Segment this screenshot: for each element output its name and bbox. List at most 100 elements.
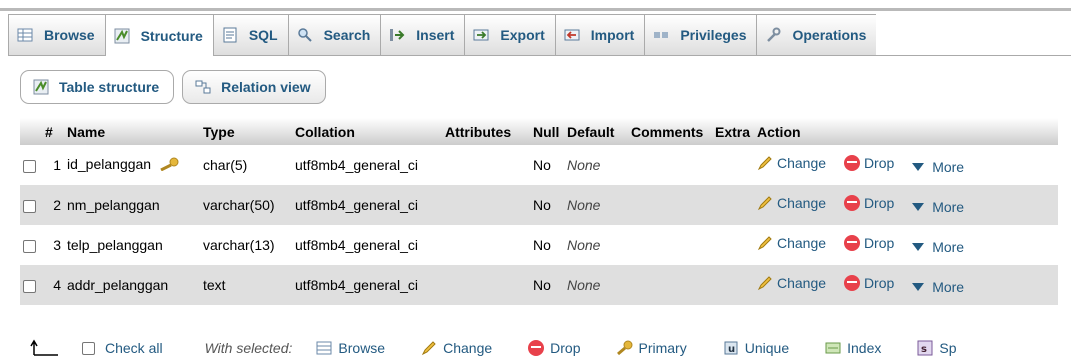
header-extra[interactable]: Extra	[712, 118, 754, 145]
header-collation[interactable]: Collation	[292, 118, 442, 145]
more-button[interactable]: More	[912, 159, 964, 175]
table-row: 2 nm_pelanggan varchar(50) utf8mb4_gener…	[20, 185, 1058, 225]
search-icon	[297, 27, 313, 43]
bulk-change-button[interactable]: Change	[421, 340, 492, 356]
change-button[interactable]: Change	[757, 235, 826, 251]
header-action: Action	[754, 118, 1058, 145]
bulk-drop-label: Drop	[550, 340, 581, 356]
drop-label: Drop	[863, 275, 895, 291]
more-button[interactable]: More	[912, 199, 964, 215]
row-collation: utf8mb4_general_ci	[292, 225, 442, 265]
more-label: More	[932, 159, 965, 175]
operations-icon	[765, 27, 781, 43]
tab-export[interactable]: Export	[465, 14, 556, 55]
header-checkbox	[20, 118, 42, 145]
row-attributes	[442, 265, 530, 305]
tab-label: Search	[323, 27, 371, 43]
primary-key-icon	[159, 157, 179, 174]
change-button[interactable]: Change	[757, 195, 826, 211]
arrow-up-icon	[30, 339, 60, 357]
change-button[interactable]: Change	[757, 275, 826, 291]
row-num: 2	[42, 185, 64, 225]
browse-icon	[17, 27, 33, 43]
row-checkbox[interactable]	[23, 159, 36, 173]
check-all-label[interactable]: Check all	[105, 340, 163, 356]
row-num: 1	[42, 145, 64, 185]
change-label: Change	[777, 275, 827, 291]
import-icon	[564, 27, 580, 43]
check-all-checkbox[interactable]	[82, 341, 95, 355]
bulk-actions-bar: Check all With selected: Browse Change D…	[30, 337, 956, 359]
header-null[interactable]: Null	[530, 118, 564, 145]
more-button[interactable]: More	[912, 239, 964, 255]
chevron-down-icon	[912, 203, 925, 211]
column-name: addr_pelanggan	[64, 265, 200, 305]
column-name: nm_pelanggan	[64, 185, 200, 225]
browse-icon	[316, 340, 332, 356]
main-tabs: Browse Structure SQL Search Insert Expor…	[8, 14, 1071, 56]
row-checkbox[interactable]	[23, 199, 36, 213]
change-button[interactable]: Change	[757, 155, 826, 171]
bulk-browse-label: Browse	[338, 340, 386, 356]
privileges-icon	[653, 27, 669, 43]
bulk-primary-button[interactable]: Primary	[616, 340, 687, 356]
bulk-index-button[interactable]: Index	[825, 340, 881, 356]
bulk-spatial-label: Sp	[939, 340, 957, 356]
row-actions: Change Drop More	[754, 145, 1058, 185]
tab-operations[interactable]: Operations	[757, 14, 877, 55]
change-label: Change	[777, 155, 827, 171]
bulk-unique-button[interactable]: u Unique	[723, 340, 789, 356]
header-comments[interactable]: Comments	[628, 118, 712, 145]
header-type[interactable]: Type	[200, 118, 292, 145]
row-checkbox[interactable]	[23, 279, 36, 293]
drop-button[interactable]: Drop	[843, 155, 895, 171]
subtab-table-structure[interactable]: Table structure	[20, 70, 175, 104]
row-extra	[712, 145, 754, 185]
subtab-relation-view[interactable]: Relation view	[182, 70, 326, 104]
drop-icon	[843, 195, 860, 211]
tab-label: SQL	[248, 27, 278, 43]
row-comments	[628, 185, 712, 225]
bulk-spatial-button[interactable]: s Sp	[917, 340, 956, 356]
export-icon	[473, 27, 489, 43]
row-name: id_pelanggan	[64, 145, 200, 185]
row-attributes	[442, 145, 530, 185]
with-selected-label: With selected:	[204, 340, 293, 356]
row-default: None	[564, 145, 628, 185]
drop-button[interactable]: Drop	[843, 195, 894, 211]
chevron-down-icon	[912, 163, 925, 171]
drop-label: Drop	[863, 155, 895, 171]
tab-label: Operations	[792, 27, 867, 43]
tab-browse[interactable]: Browse	[8, 14, 106, 55]
row-checkbox[interactable]	[23, 239, 36, 253]
row-null: No	[530, 145, 564, 185]
bulk-browse-button[interactable]: Browse	[316, 340, 385, 356]
tab-privileges[interactable]: Privileges	[645, 14, 758, 55]
bulk-drop-button[interactable]: Drop	[528, 340, 581, 356]
table-row: 1 id_pelanggan char(5) utf8mb4_general_c…	[20, 145, 1058, 185]
check-all-control[interactable]: Check all	[82, 340, 163, 356]
header-attributes[interactable]: Attributes	[442, 118, 530, 145]
more-button[interactable]: More	[912, 279, 964, 295]
bulk-change-label: Change	[443, 340, 493, 356]
change-label: Change	[777, 195, 827, 211]
header-default[interactable]: Default	[564, 118, 628, 145]
pencil-icon	[757, 275, 773, 291]
spatial-icon: s	[917, 340, 933, 356]
tab-sql[interactable]: SQL	[213, 14, 289, 55]
row-collation: utf8mb4_general_ci	[292, 185, 442, 225]
row-actions: Change Drop More	[754, 265, 1058, 305]
row-attributes	[442, 225, 530, 265]
tab-import[interactable]: Import	[555, 14, 646, 55]
structure-table: # Name Type Collation Attributes Null De…	[20, 118, 1058, 305]
structure-icon	[114, 28, 130, 44]
tab-structure[interactable]: Structure	[105, 14, 214, 56]
tab-insert[interactable]: Insert	[381, 14, 466, 55]
row-null: No	[530, 265, 564, 305]
table-header-row: # Name Type Collation Attributes Null De…	[20, 118, 1058, 145]
drop-button[interactable]: Drop	[843, 275, 895, 291]
header-name[interactable]: Name	[64, 118, 200, 145]
tab-search[interactable]: Search	[288, 14, 382, 55]
drop-button[interactable]: Drop	[843, 235, 894, 251]
row-null: No	[530, 225, 564, 265]
